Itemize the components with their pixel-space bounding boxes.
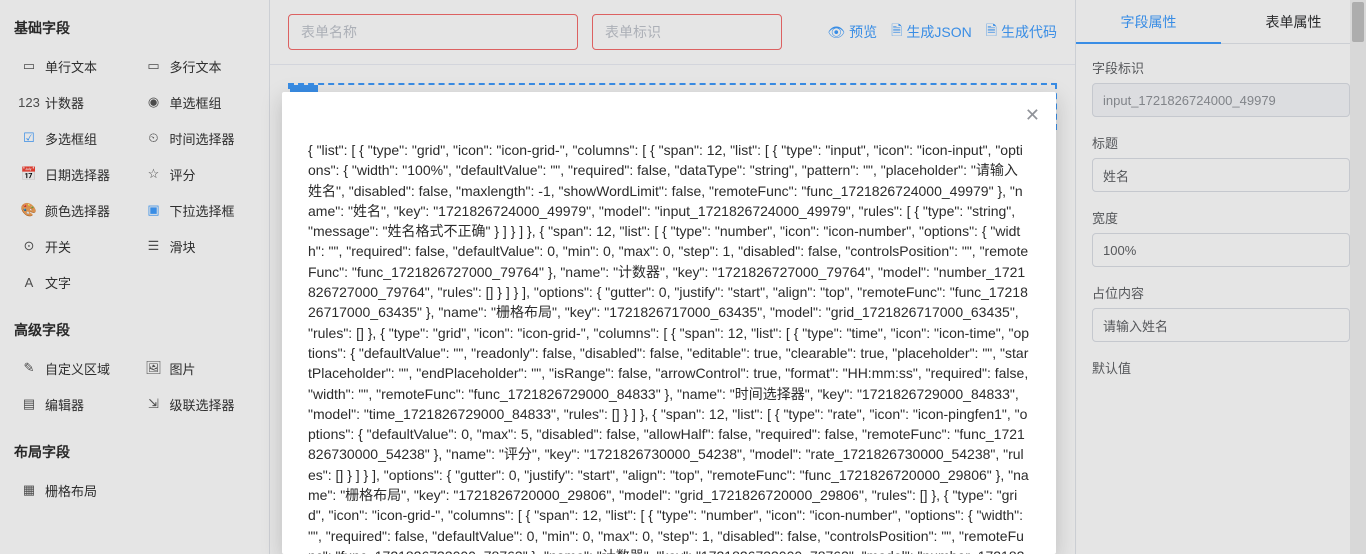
prop-row-placeholder: 占位内容	[1092, 283, 1350, 342]
radio-icon: ◉	[146, 94, 162, 110]
field-width-input[interactable]	[1092, 233, 1350, 267]
form-name-input[interactable]	[288, 14, 578, 50]
prop-row-id: 字段标识	[1092, 58, 1350, 117]
field-palette-item[interactable]: A 文字	[10, 264, 135, 300]
field-palette-item[interactable]: ▭ 单行文本	[10, 48, 135, 84]
sidebar-section-advanced: 高级字段 ✎ 自定义区域 🖼 图片 ▤ 编辑器 ⇲ 级联选择器	[10, 314, 259, 422]
field-palette-label: 图片	[170, 359, 196, 378]
field-palette-item[interactable]: ☰ 滑块	[135, 228, 260, 264]
editor-icon: ▤	[21, 396, 37, 412]
field-title-input[interactable]	[1092, 158, 1350, 192]
prop-label: 宽度	[1092, 208, 1350, 227]
field-palette-label: 开关	[45, 237, 71, 256]
prop-label: 字段标识	[1092, 58, 1350, 77]
switch-icon: ⊙	[21, 238, 37, 254]
time-icon: ⏲	[146, 130, 162, 146]
json-output-modal: ✕ { "list": [ { "type": "grid", "icon": …	[282, 92, 1056, 554]
field-properties-form: 字段标识 标题 宽度 占位内容 默认值	[1076, 44, 1366, 397]
field-palette-label: 编辑器	[45, 395, 84, 414]
field-palette-sidebar: 基础字段 ▭ 单行文本 ▭ 多行文本 123 计数器 ◉ 单选框组 ☑ 多选框组 ⏲ 时间选择器 📅 日期…	[0, 0, 270, 554]
code-icon: 🗎	[986, 20, 997, 44]
field-palette-item[interactable]: ▣ 下拉选择框	[135, 192, 260, 228]
cascader-icon: ⇲	[146, 396, 162, 412]
prop-row-title: 标题	[1092, 133, 1350, 192]
field-palette-label: 多选框组	[45, 129, 97, 148]
field-palette-item[interactable]: ⇲ 级联选择器	[135, 386, 260, 422]
prop-row-default: 默认值	[1092, 358, 1350, 383]
section-title-basic: 基础字段	[10, 12, 259, 48]
generate-json-button[interactable]: 🗎 生成JSON	[891, 20, 972, 44]
field-palette-label: 单行文本	[45, 57, 97, 76]
modal-body[interactable]: { "list": [ { "type": "grid", "icon": "i…	[282, 92, 1056, 554]
single-line-icon: ▭	[21, 58, 37, 74]
field-palette-label: 级联选择器	[170, 395, 235, 414]
field-palette-label: 评分	[170, 165, 196, 184]
color-icon: 🎨	[21, 202, 37, 218]
rate-icon: ☆	[146, 166, 162, 182]
prop-row-width: 宽度	[1092, 208, 1350, 267]
field-palette-label: 自定义区域	[45, 359, 110, 378]
generate-code-button[interactable]: 🗎 生成代码	[986, 20, 1057, 44]
field-palette-label: 计数器	[45, 93, 84, 112]
counter-icon: 123	[21, 95, 37, 110]
slider-icon: ☰	[146, 238, 162, 254]
field-palette-label: 文字	[45, 273, 71, 292]
multi-line-icon: ▭	[146, 58, 162, 74]
eye-icon: 👁	[827, 24, 845, 41]
field-palette-item[interactable]: ▤ 编辑器	[10, 386, 135, 422]
topbar: 👁 预览 🗎 生成JSON 🗎 生成代码	[270, 0, 1075, 65]
field-palette-label: 单选框组	[170, 93, 222, 112]
preview-button[interactable]: 👁 预览	[827, 22, 877, 42]
field-palette-label: 下拉选择框	[170, 201, 235, 220]
field-palette-item[interactable]: 🎨 颜色选择器	[10, 192, 135, 228]
grid-icon: ▦	[21, 482, 37, 498]
field-palette-item[interactable]: ▭ 多行文本	[135, 48, 260, 84]
select-icon: ▣	[146, 202, 162, 218]
sidebar-section-basic: 基础字段 ▭ 单行文本 ▭ 多行文本 123 计数器 ◉ 单选框组 ☑ 多选框组 ⏲ 时间选择器 📅 日期…	[10, 12, 259, 300]
custom-icon: ✎	[21, 360, 37, 376]
close-icon[interactable]: ✕	[1025, 106, 1040, 124]
sidebar-section-layout: 布局字段 ▦ 栅格布局	[10, 436, 259, 508]
field-palette-label: 时间选择器	[170, 129, 235, 148]
form-id-input[interactable]	[592, 14, 782, 50]
text-icon: A	[21, 275, 37, 290]
prop-label: 默认值	[1092, 358, 1350, 377]
date-icon: 📅	[21, 166, 37, 182]
section-title-layout: 布局字段	[10, 436, 259, 472]
properties-tabs: 字段属性 表单属性	[1076, 0, 1366, 44]
page-scrollbar[interactable]	[1350, 0, 1366, 554]
field-placeholder-input[interactable]	[1092, 308, 1350, 342]
field-palette-item[interactable]: 🖼 图片	[135, 350, 260, 386]
field-palette-item[interactable]: ☆ 评分	[135, 156, 260, 192]
properties-panel: 字段属性 表单属性 字段标识 标题 宽度 占位内容 默认值	[1076, 0, 1366, 554]
tab-field-props[interactable]: 字段属性	[1076, 0, 1221, 43]
json-output-text[interactable]: { "list": [ { "type": "grid", "icon": "i…	[308, 140, 1030, 554]
section-title-advanced: 高级字段	[10, 314, 259, 350]
json-icon: 🗎	[891, 20, 902, 44]
field-palette-item[interactable]: ▦ 栅格布局	[10, 472, 135, 508]
image-icon: 🖼	[146, 360, 162, 376]
field-palette-item[interactable]: ⊙ 开关	[10, 228, 135, 264]
field-palette-label: 颜色选择器	[45, 201, 110, 220]
field-palette-label: 滑块	[170, 237, 196, 256]
checkbox-icon: ☑	[21, 130, 37, 146]
field-palette-item[interactable]: 123 计数器	[10, 84, 135, 120]
field-palette-item[interactable]: ⏲ 时间选择器	[135, 120, 260, 156]
prop-label: 占位内容	[1092, 283, 1350, 302]
prop-label: 标题	[1092, 133, 1350, 152]
field-palette-item[interactable]: ✎ 自定义区域	[10, 350, 135, 386]
field-palette-item[interactable]: ◉ 单选框组	[135, 84, 260, 120]
field-palette-label: 多行文本	[170, 57, 222, 76]
tab-form-props[interactable]: 表单属性	[1221, 0, 1366, 43]
field-palette-label: 日期选择器	[45, 165, 110, 184]
field-palette-item[interactable]: 📅 日期选择器	[10, 156, 135, 192]
scrollbar-thumb[interactable]	[1352, 2, 1364, 42]
field-palette-item[interactable]: ☑ 多选框组	[10, 120, 135, 156]
field-id-input	[1092, 83, 1350, 117]
field-palette-label: 栅格布局	[45, 481, 97, 500]
